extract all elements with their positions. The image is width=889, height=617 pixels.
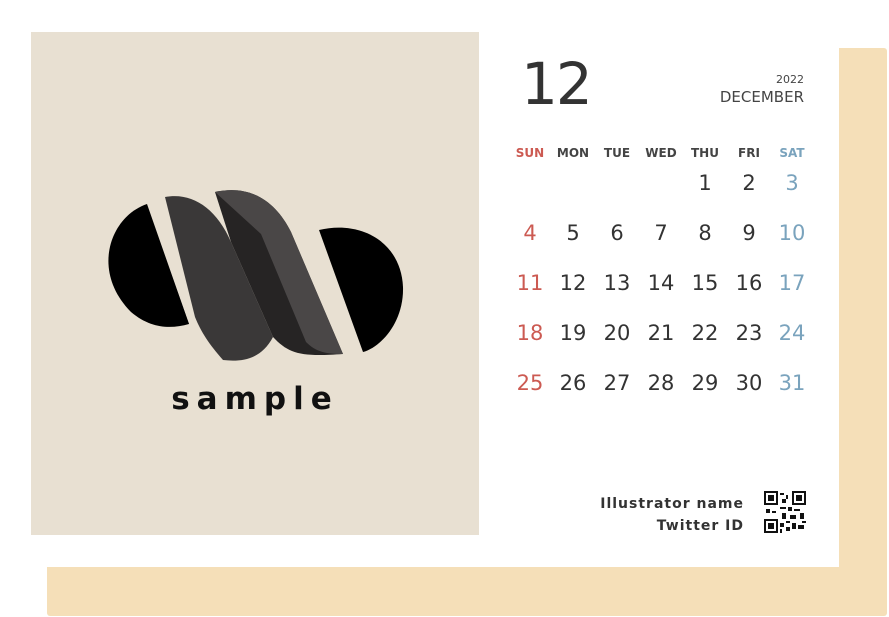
day-31: 31 bbox=[778, 371, 806, 395]
sample-logo-text: sample bbox=[171, 381, 339, 417]
day-18: 18 bbox=[516, 321, 544, 345]
day-8: 8 bbox=[698, 221, 712, 245]
month-name: DECEMBER bbox=[719, 88, 804, 106]
day-30: 30 bbox=[735, 371, 763, 395]
artwork-panel: sample bbox=[31, 32, 479, 535]
day-1: 1 bbox=[698, 171, 712, 195]
day-20: 20 bbox=[603, 321, 631, 345]
day-15: 15 bbox=[691, 271, 719, 295]
month-number: 12 bbox=[521, 50, 593, 118]
day-7: 7 bbox=[654, 221, 668, 245]
sample-logo-icon bbox=[108, 190, 404, 361]
day-13: 13 bbox=[603, 271, 631, 295]
day-19: 19 bbox=[559, 321, 587, 345]
day-9: 9 bbox=[742, 221, 756, 245]
day-16: 16 bbox=[735, 271, 763, 295]
weekday-tue: TUE bbox=[603, 146, 631, 160]
day-10: 10 bbox=[778, 221, 806, 245]
illustrator-name: Illustrator name bbox=[600, 496, 744, 512]
day-17: 17 bbox=[778, 271, 806, 295]
day-6: 6 bbox=[610, 221, 624, 245]
day-29: 29 bbox=[691, 371, 719, 395]
calendar-card: sample 12 2022 DECEMBER SUN MON TUE WED THU F… bbox=[31, 32, 839, 567]
day-12: 12 bbox=[559, 271, 587, 295]
weekday-mon: MON bbox=[556, 146, 590, 160]
qr-code-icon bbox=[764, 491, 806, 533]
day-23: 23 bbox=[735, 321, 763, 345]
weekday-sun: SUN bbox=[515, 146, 545, 160]
weekday-thu: THU bbox=[691, 146, 719, 160]
day-14: 14 bbox=[647, 271, 675, 295]
year: 2022 bbox=[776, 73, 804, 86]
day-4: 4 bbox=[523, 221, 537, 245]
day-5: 5 bbox=[566, 221, 580, 245]
weekday-fri: FRI bbox=[738, 146, 760, 160]
day-28: 28 bbox=[647, 371, 675, 395]
weekday-wed: WED bbox=[645, 146, 677, 160]
day-22: 22 bbox=[691, 321, 719, 345]
day-25: 25 bbox=[516, 371, 544, 395]
day-11: 11 bbox=[516, 271, 544, 295]
day-2: 2 bbox=[742, 171, 756, 195]
day-26: 26 bbox=[559, 371, 587, 395]
day-24: 24 bbox=[778, 321, 806, 345]
day-27: 27 bbox=[603, 371, 631, 395]
day-21: 21 bbox=[647, 321, 675, 345]
twitter-id: Twitter ID bbox=[656, 518, 744, 534]
day-3: 3 bbox=[785, 171, 799, 195]
weekday-sat: SAT bbox=[779, 146, 805, 160]
